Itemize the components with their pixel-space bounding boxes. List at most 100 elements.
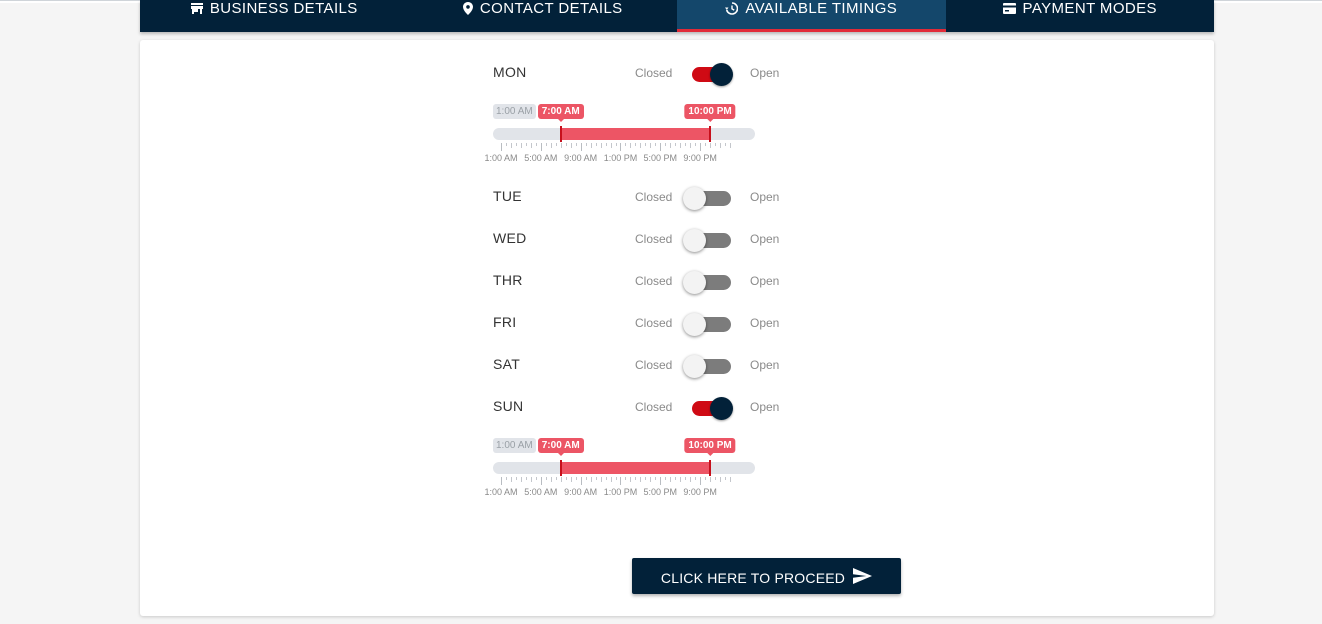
day-row-fri: FRI Closed Open	[493, 313, 793, 337]
tick-mark	[601, 143, 602, 148]
tick-mark	[700, 477, 701, 485]
tab-payment-modes[interactable]: PAYMENT MODES	[946, 0, 1215, 32]
open-label: Open	[750, 190, 780, 204]
open-toggle-tue[interactable]	[683, 187, 735, 210]
tick-mark	[616, 143, 617, 146]
grid-label: 5:00 AM	[524, 487, 558, 497]
proceed-button[interactable]: CLICK HERE TO PROCEED	[632, 558, 901, 594]
tick-mark	[596, 477, 597, 480]
tick-mark	[511, 477, 512, 482]
open-toggle-wed[interactable]	[683, 229, 735, 252]
tick-mark	[625, 477, 626, 480]
grid-label: 9:00 AM	[564, 487, 598, 497]
tick-mark	[645, 143, 646, 146]
tick-mark	[640, 143, 641, 148]
history-clock-icon	[725, 2, 739, 15]
tick-mark	[571, 143, 572, 148]
tick-mark	[685, 143, 686, 146]
closed-label: Closed	[635, 316, 673, 330]
tick-mark	[546, 477, 547, 480]
tick-mark	[526, 143, 527, 146]
day-name: SAT	[493, 356, 521, 372]
tab-contact-details[interactable]: CONTACT DETAILS	[409, 0, 678, 32]
tick-mark	[526, 477, 527, 480]
tick-mark	[556, 477, 557, 480]
tick-mark	[531, 143, 532, 148]
closed-label: Closed	[635, 274, 673, 288]
tick-mark	[690, 143, 691, 148]
slider-from-label: 7:00 AM	[537, 104, 584, 122]
tick-mark	[695, 143, 696, 146]
toggle-knob	[683, 229, 706, 252]
tick-mark	[516, 477, 517, 480]
tick-mark	[640, 477, 641, 482]
open-toggle-sat[interactable]	[683, 355, 735, 378]
toggle-knob	[683, 313, 706, 336]
tick-mark	[581, 143, 582, 151]
day-name: TUE	[493, 188, 522, 204]
hours-slider-mon: 1:00 AM 7:00 AM 10:00 PM 1:00 AM 5:00 AM…	[484, 104, 755, 168]
tick-mark	[635, 477, 636, 480]
slider-from-handle[interactable]	[559, 460, 562, 476]
tick-mark	[665, 477, 666, 480]
open-toggle-thr[interactable]	[683, 271, 735, 294]
tick-mark	[581, 477, 582, 485]
tick-mark	[506, 477, 507, 480]
toggle-knob	[683, 271, 706, 294]
tick-mark	[655, 143, 656, 146]
tick-mark	[541, 143, 542, 151]
closed-label: Closed	[635, 232, 673, 246]
slider-min-label: 1:00 AM	[493, 438, 536, 453]
grid-label: 1:00 PM	[603, 487, 638, 497]
tick-mark	[576, 143, 577, 146]
slider-from-handle[interactable]	[559, 126, 562, 142]
tick-mark	[611, 477, 612, 482]
tick-mark	[536, 477, 537, 480]
tick-mark	[541, 477, 542, 485]
tick-mark	[576, 477, 577, 480]
tick-mark	[501, 477, 502, 485]
grid-label: 5:00 PM	[643, 153, 678, 163]
grid-label: 1:00 AM	[484, 487, 518, 497]
tick-mark	[675, 477, 676, 480]
tab-available-timings[interactable]: AVAILABLE TIMINGS	[677, 0, 946, 32]
open-toggle-fri[interactable]	[683, 313, 735, 336]
tick-mark	[616, 477, 617, 480]
open-toggle-mon[interactable]	[689, 63, 735, 86]
open-label: Open	[750, 316, 780, 330]
tick-mark	[571, 477, 572, 482]
tick-mark	[596, 143, 597, 146]
tab-label: AVAILABLE TIMINGS	[745, 0, 898, 17]
toggle-knob	[710, 63, 733, 86]
tick-mark	[611, 143, 612, 148]
tick-mark	[690, 477, 691, 482]
day-row-sat: SAT Closed Open	[493, 355, 793, 379]
tick-mark	[566, 143, 567, 146]
day-name: WED	[493, 230, 527, 246]
tick-mark	[620, 477, 621, 485]
hours-slider-sun: 1:00 AM 7:00 AM 10:00 PM 1:00 AM 5:00 AM…	[484, 438, 755, 502]
day-name: FRI	[493, 314, 517, 330]
slider-ticks	[493, 477, 755, 485]
tab-business-details[interactable]: BUSINESS DETAILS	[140, 0, 409, 32]
tick-mark	[675, 143, 676, 146]
tick-mark	[730, 477, 731, 482]
tick-mark	[670, 477, 671, 482]
slider-to-handle[interactable]	[709, 460, 712, 476]
open-toggle-sun[interactable]	[689, 397, 735, 420]
grid-label: 5:00 PM	[643, 487, 678, 497]
send-icon	[853, 568, 873, 584]
tick-mark	[695, 477, 696, 480]
tick-mark	[561, 143, 562, 148]
tick-mark	[645, 477, 646, 480]
tick-mark	[715, 477, 716, 480]
slider-to-label: 10:00 PM	[684, 438, 736, 456]
slider-to-handle[interactable]	[709, 126, 712, 142]
payment-card-icon	[1002, 3, 1016, 14]
tick-mark	[625, 143, 626, 146]
store-icon	[190, 3, 203, 14]
tab-label: BUSINESS DETAILS	[209, 0, 358, 17]
tick-mark	[511, 143, 512, 148]
closed-label: Closed	[635, 400, 673, 414]
open-label: Open	[750, 274, 780, 288]
